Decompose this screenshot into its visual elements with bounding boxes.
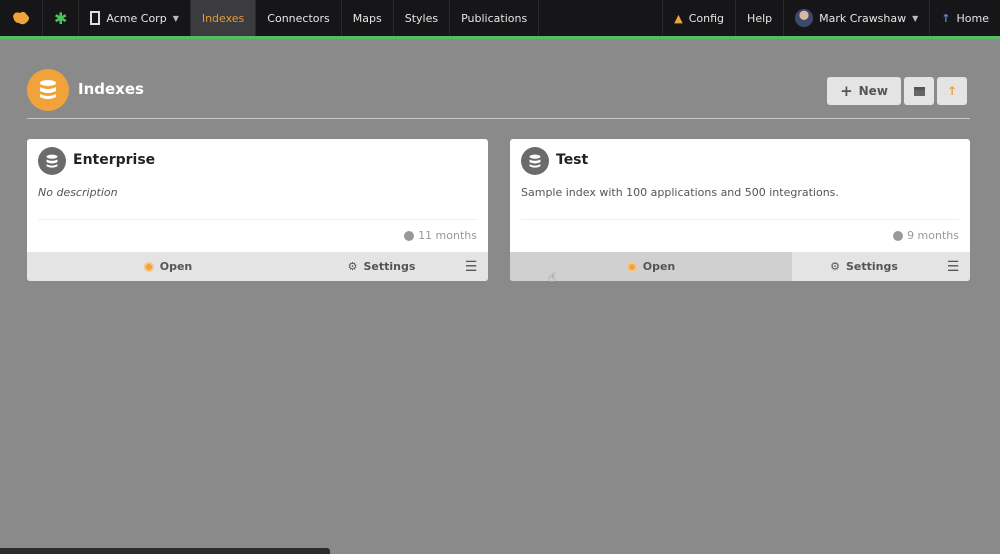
hamburger-icon: ☰: [946, 258, 960, 275]
card-title: Test: [556, 152, 589, 168]
upload-button[interactable]: ↑: [937, 77, 967, 105]
database-icon: [27, 69, 69, 111]
app-logo[interactable]: [0, 0, 43, 36]
nav-accent-bar: [0, 36, 1000, 39]
settings-button[interactable]: ⚙ Settings: [309, 252, 454, 281]
nav-connectors[interactable]: Connectors: [256, 0, 342, 36]
asterisk-icon: ✱: [54, 8, 68, 28]
card-actions: Open ⚙ Settings ☰: [27, 252, 488, 281]
new-label: New: [858, 84, 888, 98]
new-button[interactable]: + New: [827, 77, 901, 105]
building-icon: [90, 11, 101, 25]
org-name: Acme Corp: [106, 11, 167, 25]
open-label: Open: [159, 260, 193, 273]
config-label: Config: [688, 11, 725, 25]
plus-icon: +: [840, 82, 853, 100]
warning-icon: ▲: [674, 11, 683, 25]
page-header: Indexes + New ↑: [27, 69, 970, 119]
open-label: Open: [642, 260, 676, 273]
card-actions: Open ⚙ Settings ☰: [510, 252, 970, 281]
nav-home[interactable]: ↑ Home: [929, 0, 1000, 36]
index-card-enterprise: Enterprise No description 11 months Open…: [27, 139, 488, 281]
cogs-icon: ⚙: [830, 260, 840, 273]
asterisk-button[interactable]: ✱: [43, 0, 80, 36]
caret-down-icon: ▼: [172, 13, 179, 23]
settings-label: Settings: [845, 260, 898, 273]
menu-button[interactable]: ☰: [454, 252, 488, 281]
database-icon: [521, 147, 549, 175]
clock-icon: [404, 230, 415, 241]
avatar: [795, 9, 814, 27]
menu-button[interactable]: ☰: [936, 252, 970, 281]
nav-help[interactable]: Help: [735, 0, 783, 36]
index-card-test: Test Sample index with 100 applications …: [510, 139, 970, 281]
top-navbar: ✱ Acme Corp ▼ Indexes Connectors Maps Sty…: [0, 0, 1000, 36]
caret-down-icon: ▼: [912, 13, 919, 23]
nav-indexes[interactable]: Indexes: [190, 0, 257, 36]
user-name: Mark Crawshaw: [819, 11, 907, 25]
nav-publications[interactable]: Publications: [450, 0, 540, 36]
open-icon: [626, 261, 637, 272]
logo-icon: [13, 11, 29, 25]
arrow-up-icon: ↑: [946, 84, 958, 98]
open-button[interactable]: Open: [27, 252, 309, 281]
nav-config[interactable]: ▲ Config: [662, 0, 735, 36]
arrow-up-icon: ↑: [941, 11, 951, 25]
user-menu[interactable]: Mark Crawshaw ▼: [783, 0, 929, 36]
divider: [521, 219, 959, 220]
cogs-icon: ⚙: [347, 260, 358, 273]
nav-maps[interactable]: Maps: [342, 0, 394, 36]
clock-icon: [893, 230, 904, 241]
card-title: Enterprise: [73, 152, 156, 168]
database-icon: [38, 147, 66, 175]
updated-text: 9 months: [907, 229, 959, 242]
home-label: Home: [956, 11, 989, 25]
settings-label: Settings: [363, 260, 416, 273]
archive-button[interactable]: [904, 77, 934, 105]
open-icon: [143, 261, 154, 272]
pointer-cursor-icon: ☝: [548, 271, 556, 286]
card-updated: 11 months: [404, 229, 477, 242]
divider: [38, 219, 477, 220]
card-description: Sample index with 100 applications and 5…: [521, 186, 839, 199]
status-bar: [0, 548, 330, 554]
settings-button[interactable]: ⚙ Settings: [792, 252, 936, 281]
card-updated: 9 months: [893, 229, 959, 242]
archive-icon: [913, 86, 925, 96]
card-description: No description: [38, 186, 118, 199]
nav-styles[interactable]: Styles: [394, 0, 451, 36]
updated-text: 11 months: [418, 229, 477, 242]
org-switcher[interactable]: Acme Corp ▼: [79, 0, 191, 36]
page-title: Indexes: [78, 80, 144, 98]
hamburger-icon: ☰: [464, 258, 478, 275]
